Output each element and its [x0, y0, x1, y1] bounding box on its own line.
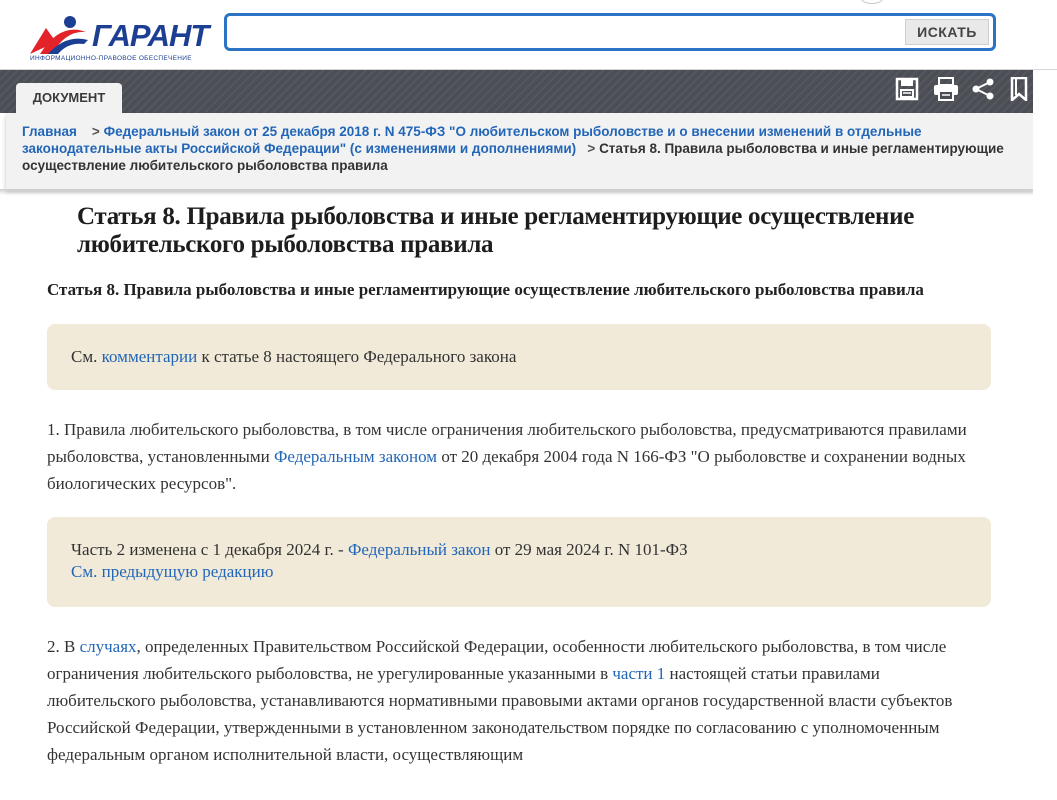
header-bar: ГАРАНТ ИНФОРМАЦИОННО-ПРАВОВОЕ ОБЕСПЕЧЕНИ…: [0, 0, 1057, 70]
logo-emblem-icon: [30, 16, 88, 54]
scroll-shadow: [0, 189, 1033, 195]
print-icon[interactable]: [933, 77, 958, 101]
article-heading: Статья 8. Правила рыболовства и иные рег…: [47, 280, 924, 299]
browser-decor: [860, 0, 884, 4]
save-icon[interactable]: [895, 77, 919, 101]
cases-link[interactable]: случаях: [80, 637, 137, 656]
bookmark-icon[interactable]: [1009, 76, 1033, 103]
article-body: Статья 8. Правила рыболовства и иные рег…: [47, 203, 991, 768]
note-suffix: к статье 8 настоящего Федерального закон…: [197, 347, 517, 366]
breadcrumb-separator: >: [91, 124, 100, 139]
amendment-note: Часть 2 изменена с 1 декабря 2024 г. - Ф…: [47, 517, 991, 607]
part-1-link[interactable]: части 1: [612, 664, 665, 683]
amendment-suffix: от 29 мая 2024 г. N 101-ФЗ: [490, 540, 688, 559]
search-input[interactable]: [231, 19, 903, 45]
para2-text-1: 2. В: [47, 637, 80, 656]
breadcrumb: Главная > Федеральный закон от 25 декабр…: [6, 113, 1033, 189]
document-toolbar: ДОКУМЕНТ: [0, 70, 1057, 113]
tab-document[interactable]: ДОКУМЕНТ: [16, 83, 122, 113]
amendment-prefix: Часть 2 изменена с 1 декабря 2024 г. -: [71, 540, 348, 559]
document-content: Статья 8. Правила рыболовства и иные рег…: [0, 189, 1057, 800]
breadcrumb-home-link[interactable]: Главная: [22, 124, 77, 139]
breadcrumb-separator: >: [587, 141, 596, 156]
federal-law-link[interactable]: Федеральным законом: [274, 447, 437, 466]
paragraph-2: 2. В случаях, определенных Правительство…: [47, 633, 991, 768]
logo-subtitle: ИНФОРМАЦИОННО-ПРАВОВОЕ ОБЕСПЕЧЕНИЕ: [30, 55, 192, 62]
garant-logo[interactable]: ГАРАНТ ИНФОРМАЦИОННО-ПРАВОВОЕ ОБЕСПЕЧЕНИ…: [26, 10, 209, 66]
note-prefix: См.: [71, 347, 102, 366]
share-icon[interactable]: [971, 77, 995, 101]
amending-law-link[interactable]: Федеральный закон: [348, 540, 491, 559]
page-title: Статья 8. Правила рыболовства и иные рег…: [77, 203, 915, 258]
toolbar-icons: [895, 76, 1033, 103]
comment-note: См. комментарии к статье 8 настоящего Фе…: [47, 324, 991, 390]
previous-edition-link[interactable]: См. предыдущую редакцию: [71, 562, 273, 581]
vertical-scrollbar[interactable]: [1033, 70, 1057, 800]
search-button[interactable]: ИСКАТЬ: [905, 19, 989, 45]
search-box: ИСКАТЬ: [224, 13, 996, 51]
logo-wordmark: ГАРАНТ: [92, 18, 209, 53]
comments-link[interactable]: комментарии: [102, 347, 198, 366]
paragraph-1: 1. Правила любительского рыболовства, в …: [47, 416, 991, 497]
